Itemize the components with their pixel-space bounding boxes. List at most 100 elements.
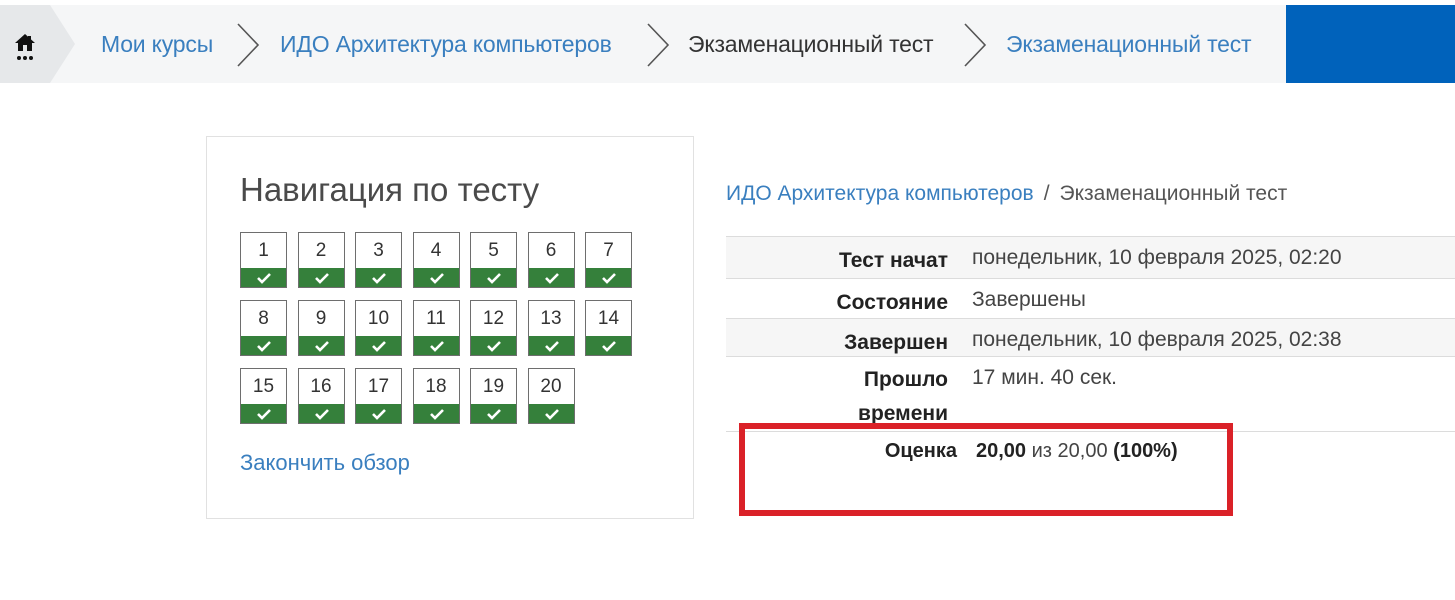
summary-quiz-name: Экзаменационный тест xyxy=(1059,182,1288,205)
question-number: 10 xyxy=(367,308,390,329)
question-number: 13 xyxy=(540,308,562,329)
chevron-right-icon xyxy=(647,23,670,67)
check-icon xyxy=(487,341,501,352)
question-button-3[interactable]: 3 xyxy=(355,232,402,288)
question-button-20[interactable]: 20 xyxy=(527,368,575,424)
question-state-answered xyxy=(298,268,344,287)
check-icon xyxy=(544,341,559,352)
question-button-15[interactable]: 15 xyxy=(240,368,287,424)
quiz-navigation-block: Навигация по тесту 1 2 3 4 5 6 7 8 9 10 11 12 13 14 15… xyxy=(206,136,694,519)
question-state-answered xyxy=(586,336,631,355)
question-button-19[interactable]: 19 xyxy=(470,368,517,424)
check-icon xyxy=(487,273,501,284)
check-icon xyxy=(602,273,616,284)
question-state-answered xyxy=(471,404,516,423)
summary-row-state: Состояние Завершены xyxy=(726,278,1455,318)
summary-value-completed: понедельник, 10 февраля 2025, 02:38 xyxy=(972,328,1342,351)
question-state-answered xyxy=(471,336,516,355)
check-icon xyxy=(544,409,559,420)
question-number: 4 xyxy=(430,240,442,261)
summary-label-state: Состояние xyxy=(836,291,948,314)
check-icon xyxy=(429,409,444,420)
summary-breadcrumb: ИДО Архитектура компьютеров / Экзаменацион… xyxy=(726,180,1287,208)
summary-value-time-taken: 17 мин. 40 сек. xyxy=(972,366,1118,389)
question-button-11[interactable]: 11 xyxy=(412,300,460,356)
question-number: 7 xyxy=(603,240,614,261)
question-state-answered xyxy=(356,404,401,423)
summary-row-time-taken: Прошло времени 17 мин. 40 сек. xyxy=(726,356,1455,432)
breadcrumb-course[interactable]: ИДО Архитектура компьютеров xyxy=(280,29,612,59)
question-button-18[interactable]: 18 xyxy=(412,368,460,424)
question-button-4[interactable]: 4 xyxy=(412,232,460,288)
question-state-answered xyxy=(298,404,344,423)
summary-row-started: Тест начат понедельник, 10 февраля 2025,… xyxy=(726,236,1455,278)
question-number: 12 xyxy=(482,308,505,329)
brand-block xyxy=(1286,5,1455,83)
question-state-answered xyxy=(241,336,286,355)
question-state-answered xyxy=(528,268,574,287)
question-number: 19 xyxy=(482,376,505,397)
check-icon xyxy=(544,273,559,284)
check-icon xyxy=(314,341,329,352)
question-state-answered xyxy=(356,268,401,287)
check-icon xyxy=(372,273,386,284)
question-button-14[interactable]: 14 xyxy=(585,300,632,356)
summary-label-started: Тест начат xyxy=(839,249,948,272)
check-icon xyxy=(257,341,271,352)
question-button-5[interactable]: 5 xyxy=(470,232,517,288)
question-state-answered xyxy=(528,336,574,355)
question-button-13[interactable]: 13 xyxy=(527,300,575,356)
question-state-answered xyxy=(528,404,574,423)
question-number: 15 xyxy=(252,376,275,397)
question-state-answered xyxy=(356,336,401,355)
breadcrumb: Мои курсы ИДО Архитектура компьютеров Эк… xyxy=(0,5,1455,83)
summary-breadcrumb-separator: / xyxy=(1043,182,1050,205)
question-number: 14 xyxy=(597,308,620,329)
check-icon xyxy=(487,409,501,420)
grade-highlight-box xyxy=(739,423,1233,516)
question-number: 20 xyxy=(540,376,562,397)
question-number: 16 xyxy=(310,376,332,397)
question-number: 5 xyxy=(488,240,499,261)
question-number: 9 xyxy=(315,308,327,329)
breadcrumb-quiz[interactable]: Экзаменационный тест xyxy=(1006,29,1252,59)
question-number: 8 xyxy=(258,308,269,329)
check-icon xyxy=(429,273,444,284)
question-state-answered xyxy=(471,268,516,287)
question-state-answered xyxy=(586,268,631,287)
question-button-9[interactable]: 9 xyxy=(297,300,345,356)
question-state-answered xyxy=(241,268,286,287)
question-number: 3 xyxy=(373,240,384,261)
question-number: 2 xyxy=(315,240,327,261)
quiz-review-page: Мои курсы ИДО Архитектура компьютеров Эк… xyxy=(0,0,1455,600)
question-button-6[interactable]: 6 xyxy=(527,232,575,288)
check-icon xyxy=(372,341,386,352)
question-state-answered xyxy=(241,404,286,423)
question-number: 11 xyxy=(426,308,446,329)
home-button[interactable] xyxy=(0,5,75,83)
finish-review-link[interactable]: Закончить обзор xyxy=(240,449,410,477)
question-button-7[interactable]: 7 xyxy=(585,232,632,288)
question-button-17[interactable]: 17 xyxy=(355,368,402,424)
chevron-right-icon xyxy=(237,23,260,67)
quiz-navigation-title: Навигация по тесту xyxy=(240,171,540,208)
question-button-2[interactable]: 2 xyxy=(297,232,345,288)
question-button-1[interactable]: 1 xyxy=(240,232,287,288)
chevron-right-icon xyxy=(964,23,987,67)
check-icon xyxy=(257,273,271,284)
check-icon xyxy=(602,341,616,352)
question-button-12[interactable]: 12 xyxy=(470,300,517,356)
question-button-8[interactable]: 8 xyxy=(240,300,287,356)
check-icon xyxy=(314,409,329,420)
home-cell-background xyxy=(0,5,75,83)
question-button-10[interactable]: 10 xyxy=(355,300,402,356)
breadcrumb-my-courses[interactable]: Мои курсы xyxy=(101,29,213,59)
summary-label-completed: Завершен xyxy=(844,331,948,354)
summary-course-link[interactable]: ИДО Архитектура компьютеров xyxy=(726,182,1034,205)
question-state-answered xyxy=(298,336,344,355)
check-icon xyxy=(429,341,444,352)
summary-value-started: понедельник, 10 февраля 2025, 02:20 xyxy=(972,246,1342,269)
question-button-16[interactable]: 16 xyxy=(297,368,345,424)
check-icon xyxy=(314,273,329,284)
breadcrumb-section: Экзаменационный тест xyxy=(688,31,934,57)
